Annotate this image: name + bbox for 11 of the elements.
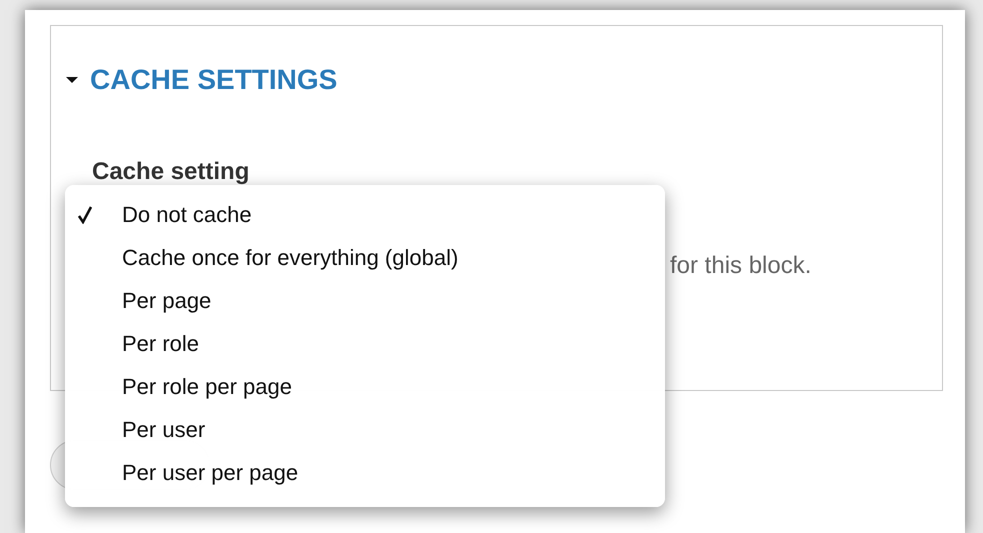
menu-option[interactable]: Do not cache [65,193,665,236]
menu-option[interactable]: Per role [65,322,665,365]
menu-option[interactable]: Per user [65,408,665,451]
field-description: for this block. [670,252,812,280]
menu-option[interactable]: Per role per page [65,365,665,408]
menu-option[interactable]: Per page [65,279,665,322]
field-label: Cache setting [92,158,250,186]
fieldset-toggle[interactable]: CACHE SETTINGS [66,64,942,96]
menu-option[interactable]: Cache once for everything (global) [65,236,665,279]
menu-option[interactable]: Per user per page [65,451,665,494]
caret-icon [66,76,78,84]
